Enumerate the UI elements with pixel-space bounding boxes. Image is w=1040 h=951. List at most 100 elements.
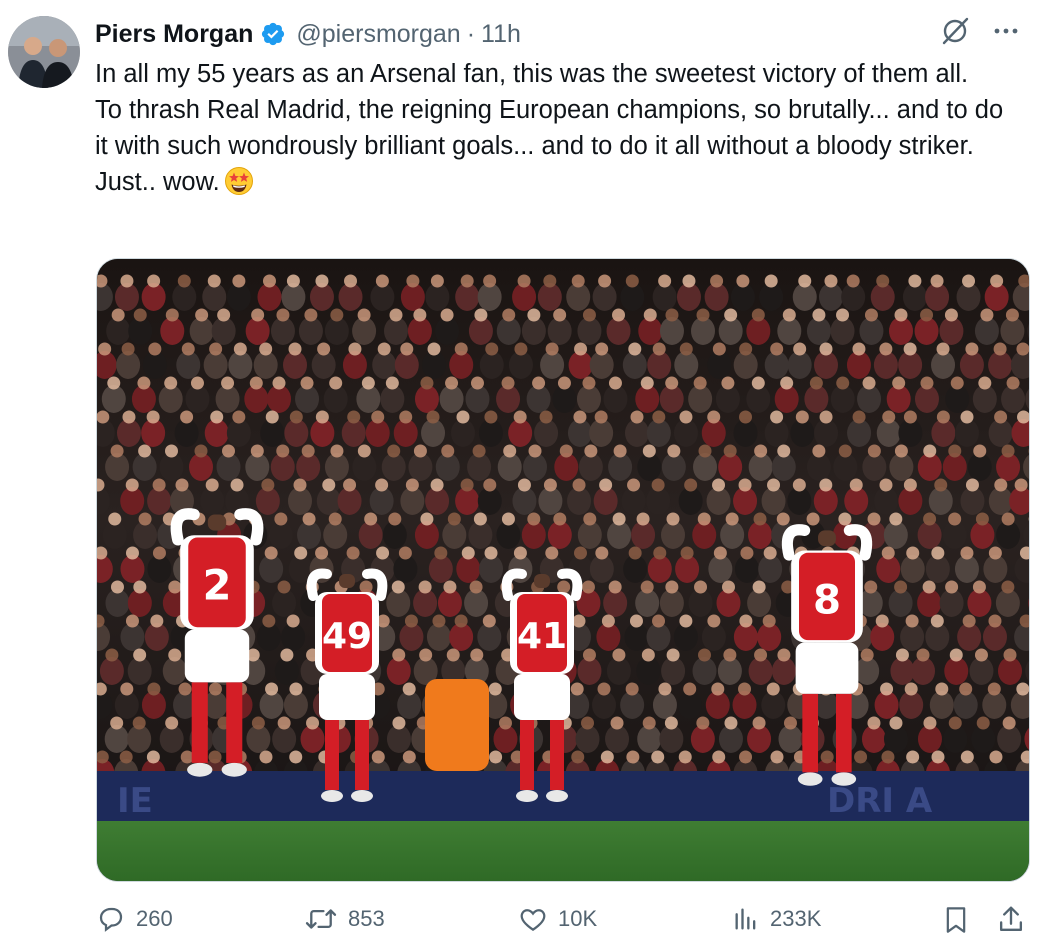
crowd-person-head xyxy=(594,410,608,424)
crowd-person-head xyxy=(259,342,273,356)
crowd-person-head xyxy=(684,478,698,492)
crowd-person-head xyxy=(960,410,974,424)
crowd-person-head xyxy=(517,478,531,492)
crowd-person-head xyxy=(710,274,724,288)
crowd-person-head xyxy=(376,546,390,560)
crowd-person-head xyxy=(880,682,894,696)
crowd-person-head xyxy=(836,308,850,322)
crowd-person-head xyxy=(315,546,329,560)
crowd-person-head xyxy=(233,342,247,356)
crowd-person-head xyxy=(666,648,680,662)
crowd-person-head xyxy=(328,512,342,526)
crowd-person-head xyxy=(146,410,160,424)
crowd-person-head xyxy=(133,308,147,322)
crowd-person-head xyxy=(881,546,895,560)
star-struck-emoji-icon xyxy=(224,166,254,196)
tweet-action-bar: 260 853 10K 233K xyxy=(96,896,1028,946)
crowd-person-head xyxy=(959,682,973,696)
crowd-person-head xyxy=(988,546,1002,560)
crowd-person-head xyxy=(230,478,244,492)
crowd-person-head xyxy=(347,410,361,424)
crowd-person-head xyxy=(582,308,596,322)
crowd-person-head xyxy=(812,308,826,322)
repost-count: 853 xyxy=(348,906,385,931)
crowd-person-head xyxy=(489,750,503,764)
crowd-person-head xyxy=(629,614,643,628)
crowd-person-head xyxy=(1016,682,1029,696)
crowd-person-head xyxy=(854,750,868,764)
bookmark-button[interactable] xyxy=(942,904,970,936)
crowd-person-head xyxy=(882,410,896,424)
jersey-number: 49 xyxy=(322,616,372,657)
grok-icon[interactable] xyxy=(940,16,970,53)
crowd-person-head xyxy=(430,478,444,492)
crowd-person-head xyxy=(420,376,434,390)
author-handle[interactable]: @piersmorgan xyxy=(296,20,460,49)
crowd-person-head xyxy=(545,342,559,356)
crowd-person-head xyxy=(783,716,797,730)
crowd-person-head xyxy=(553,512,567,526)
crowd-person-head xyxy=(392,716,406,730)
views-count: 233K xyxy=(770,906,822,931)
like-button[interactable]: 10K xyxy=(518,904,597,934)
crowd-person-head xyxy=(846,274,860,288)
crowd-person-head xyxy=(819,342,833,356)
crowd-person-head xyxy=(413,308,427,322)
crowd-person-head xyxy=(754,648,768,662)
crowd-person-head xyxy=(753,512,767,526)
crowd-person-head xyxy=(642,444,656,458)
crowd-person-head xyxy=(570,682,584,696)
repost-button[interactable]: 853 xyxy=(304,904,385,934)
pitch xyxy=(97,821,1029,881)
crowd-person-head xyxy=(665,308,679,322)
crowd-person-head xyxy=(392,648,406,662)
crowd-person-head xyxy=(864,308,878,322)
crowd-person-head xyxy=(990,274,1004,288)
crowd-person-head xyxy=(315,410,329,424)
crowd-person-head xyxy=(680,546,694,560)
crowd-person-head xyxy=(875,614,889,628)
crowd-person-head xyxy=(400,342,414,356)
crowd-person-head xyxy=(208,750,222,764)
crowd-person-head xyxy=(819,410,833,424)
crowd-person-head xyxy=(987,682,1001,696)
crowd-person-head xyxy=(612,308,626,322)
crowd-person-head xyxy=(168,648,182,662)
reply-button[interactable]: 260 xyxy=(96,904,173,934)
crowd-person-head xyxy=(484,546,498,560)
crowd-person-head xyxy=(780,376,794,390)
views-button[interactable]: 233K xyxy=(732,904,821,934)
crowd-person-head xyxy=(251,716,265,730)
crowd-person-head xyxy=(274,512,288,526)
crowd-person-head xyxy=(168,580,182,594)
jersey-number: 8 xyxy=(813,576,841,623)
crowd-person-head xyxy=(177,274,191,288)
crowd-person-head xyxy=(573,410,587,424)
crowd-person-head xyxy=(867,716,881,730)
author-avatar[interactable] xyxy=(8,16,80,88)
tweet-media-photo[interactable]: IE DRI A 2 49 41 8 xyxy=(96,258,1030,882)
crowd-person-head xyxy=(658,682,672,696)
crowd-person-head xyxy=(610,716,624,730)
crowd-person-head xyxy=(402,682,416,696)
crowd-person-head xyxy=(98,342,112,356)
crowd-person-head xyxy=(148,342,162,356)
crowd-person-head xyxy=(712,750,726,764)
crowd-person-head xyxy=(849,478,863,492)
crowd-person-head xyxy=(852,342,866,356)
crowd-person-head xyxy=(923,716,937,730)
crowd-person-head xyxy=(948,716,962,730)
crowd-person-head xyxy=(1005,308,1019,322)
tweet-timestamp[interactable]: 11h xyxy=(481,20,521,49)
crowd-person-head xyxy=(935,682,949,696)
share-icon xyxy=(999,906,1023,932)
crowd-person-head xyxy=(770,342,784,356)
crowd-person-head xyxy=(461,546,475,560)
share-button[interactable] xyxy=(996,904,1026,936)
crowd-person-head xyxy=(597,682,611,696)
author-name[interactable]: Piers Morgan xyxy=(95,20,253,49)
crowd-person-head xyxy=(152,478,166,492)
crowd-person-head xyxy=(696,716,710,730)
more-options-icon[interactable] xyxy=(992,16,1020,53)
crowd-person-head xyxy=(994,478,1008,492)
